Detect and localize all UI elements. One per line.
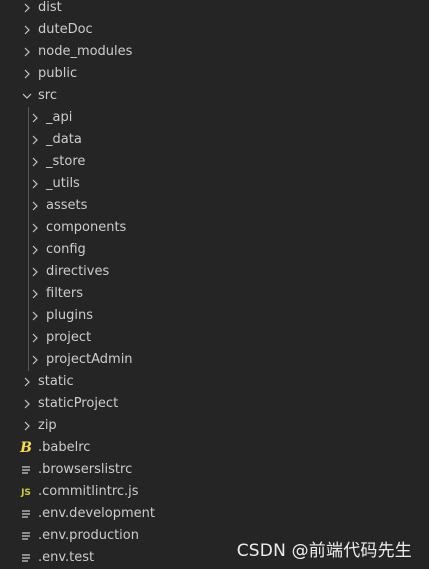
chevron-right-icon[interactable] (19, 371, 35, 393)
folder-label: zip (38, 418, 57, 433)
chevron-right-icon[interactable] (27, 195, 43, 217)
folder-label: directives (46, 264, 110, 279)
file-babelrc[interactable]: B .babelrc (0, 437, 429, 459)
folder-label: _store (46, 154, 86, 169)
folder-label: duteDoc (38, 22, 93, 37)
folder-label: _utils (46, 176, 80, 191)
chevron-right-icon[interactable] (19, 0, 35, 19)
chevron-right-icon[interactable] (27, 305, 43, 327)
chevron-right-icon[interactable] (27, 129, 43, 151)
folder-label: assets (46, 198, 88, 213)
folder-src[interactable]: src (0, 85, 429, 107)
folder-dutedoc[interactable]: duteDoc (0, 19, 429, 41)
chevron-right-icon[interactable] (19, 415, 35, 437)
javascript-file-icon: JS (18, 481, 34, 503)
chevron-right-icon[interactable] (27, 151, 43, 173)
folder-staticproject[interactable]: staticProject (0, 393, 429, 415)
folder-nodemodules[interactable]: node_modules (0, 41, 429, 63)
folder-label: staticProject (38, 396, 119, 411)
file-commitlintrcjs[interactable]: JS .commitlintrc.js (0, 481, 429, 503)
folder-src-config[interactable]: config (0, 239, 429, 261)
chevron-right-icon[interactable] (27, 327, 43, 349)
folder-label: config (46, 242, 86, 257)
file-label: .browserslistrc (38, 462, 133, 477)
folder-label: projectAdmin (46, 352, 133, 367)
folder-src-projectadmin[interactable]: projectAdmin (0, 349, 429, 371)
folder-src-components[interactable]: components (0, 217, 429, 239)
folder-label: project (46, 330, 92, 345)
folder-src-api[interactable]: _api (0, 107, 429, 129)
folder-label: static (38, 374, 74, 389)
folder-label: src (38, 88, 57, 103)
folder-src-project[interactable]: project (0, 327, 429, 349)
chevron-right-icon[interactable] (27, 283, 43, 305)
folder-zip[interactable]: zip (0, 415, 429, 437)
folder-src-store[interactable]: _store (0, 151, 429, 173)
babel-glyph: B (20, 440, 32, 456)
folder-src-directives[interactable]: directives (0, 261, 429, 283)
explorer-tree: dist duteDoc node_modulespublic src _api _dat… (0, 0, 429, 569)
chevron-right-icon[interactable] (19, 393, 35, 415)
chevron-right-icon[interactable] (27, 239, 43, 261)
folder-label: node_modules (38, 44, 133, 59)
chevron-right-icon[interactable] (27, 107, 43, 129)
chevron-right-icon[interactable] (27, 261, 43, 283)
config-file-icon (18, 525, 34, 547)
folder-src-assets[interactable]: assets (0, 195, 429, 217)
file-explorer: dist duteDoc node_modulespublic src _api _dat… (0, 0, 429, 569)
folder-src-filters[interactable]: filters (0, 283, 429, 305)
file-label: .env.development (38, 506, 155, 521)
chevron-right-icon[interactable] (27, 349, 43, 371)
chevron-right-icon[interactable] (27, 173, 43, 195)
chevron-down-icon[interactable] (19, 85, 35, 107)
folder-label: plugins (46, 308, 93, 323)
folder-label: public (38, 66, 78, 81)
file-label: .babelrc (38, 440, 91, 455)
file-envdevelopment[interactable]: .env.development (0, 503, 429, 525)
folder-static[interactable]: static (0, 371, 429, 393)
chevron-right-icon[interactable] (19, 19, 35, 41)
folder-label: _api (46, 110, 73, 125)
config-file-icon (18, 547, 34, 569)
folder-label: _data (46, 132, 82, 147)
js-glyph: JS (21, 488, 31, 498)
folder-label: filters (46, 286, 84, 301)
file-label: .commitlintrc.js (38, 484, 139, 499)
file-browserslistrc[interactable]: .browserslistrc (0, 459, 429, 481)
folder-dist[interactable]: dist (0, 0, 429, 19)
folder-label: components (46, 220, 127, 235)
folder-src-data[interactable]: _data (0, 129, 429, 151)
chevron-right-icon[interactable] (19, 63, 35, 85)
folder-src-utils[interactable]: _utils (0, 173, 429, 195)
chevron-right-icon[interactable] (27, 217, 43, 239)
chevron-right-icon[interactable] (19, 41, 35, 63)
config-file-icon (18, 503, 34, 525)
config-file-icon (18, 459, 34, 481)
babel-icon: B (18, 437, 34, 459)
file-label: .env.test (38, 550, 95, 565)
watermark: CSDN @前端代码先生 (236, 541, 412, 561)
folder-src-plugins[interactable]: plugins (0, 305, 429, 327)
indent-guide (28, 107, 29, 371)
file-label: .env.production (38, 528, 139, 543)
folder-label: dist (38, 0, 62, 15)
folder-public[interactable]: public (0, 63, 429, 85)
